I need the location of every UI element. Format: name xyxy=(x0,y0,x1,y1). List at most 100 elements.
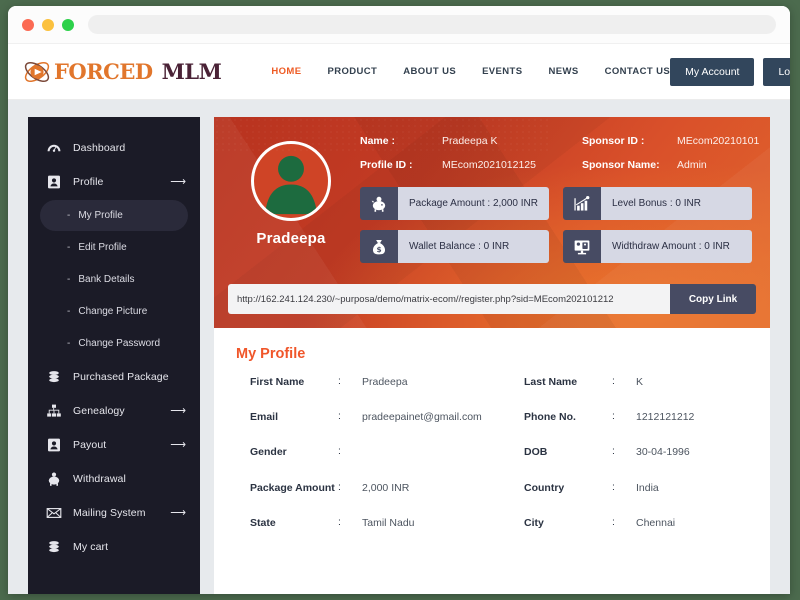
nav-item-home[interactable]: HOME xyxy=(271,66,301,77)
separator: : xyxy=(338,515,341,528)
sidebar-arrow: ⟶ xyxy=(170,438,186,451)
minimize-window-button[interactable] xyxy=(42,18,54,31)
stat-package-amount[interactable]: Package Amount : 2,000 INR xyxy=(360,187,549,220)
sidebar-subitem-edit-profile[interactable]: - Edit Profile xyxy=(40,232,188,263)
sidebar-subitem-label: Bank Details xyxy=(78,274,135,285)
sidebar-item-genealogy[interactable]: Genealogy ⟶ xyxy=(28,394,200,428)
sidebar-item-label: Payout xyxy=(73,439,107,451)
package-amount-label: Package Amount xyxy=(250,481,335,494)
dash-icon: - xyxy=(67,274,71,285)
nav-item-product[interactable]: PRODUCT xyxy=(327,66,377,77)
main-content: Pradeepa Name : Pradeepa K Sponsor ID : … xyxy=(214,117,770,594)
sidebar-item-withdrawal[interactable]: Withdrawal xyxy=(28,462,200,496)
browser-chrome-bar xyxy=(8,6,790,44)
sidebar-item-mailing-system[interactable]: Mailing System ⟶ xyxy=(28,496,200,530)
referral-link-input[interactable] xyxy=(228,284,670,314)
sidebar-item-purchased-package[interactable]: Purchased Package xyxy=(28,360,200,394)
stat-label: Wallet Balance : 0 INR xyxy=(398,230,549,263)
sidebar-arrow: ⟶ xyxy=(170,175,186,188)
id-card-icon xyxy=(45,437,62,454)
my-account-button[interactable]: My Account xyxy=(670,57,755,86)
money-bag-icon: $ xyxy=(360,230,398,263)
detail-row: Email : pradeepainet@gmail.com Phone No.… xyxy=(250,410,748,424)
sidebar-item-label: Mailing System xyxy=(73,507,146,519)
address-bar[interactable] xyxy=(88,15,776,34)
sidebar-item-profile[interactable]: Profile ⟶ xyxy=(28,165,200,199)
country-label: Country xyxy=(524,481,565,494)
sidebar-subitem-change-picture[interactable]: - Change Picture xyxy=(40,296,188,327)
logo-text-secondary: MLM xyxy=(161,59,222,84)
city-value: Chennai xyxy=(636,516,676,529)
sidebar-item-label: Genealogy xyxy=(73,405,125,417)
stat-label: Level Bonus : 0 INR xyxy=(601,187,752,220)
dash-icon: - xyxy=(67,210,71,221)
piggy-bank-icon xyxy=(360,187,398,220)
sidebar-subitem-my-profile[interactable]: - My Profile xyxy=(40,200,188,231)
detail-row: Gender : DOB : 30-04-1996 xyxy=(250,445,748,459)
sidebar: Dashboard Profile ⟶ - My Profile - Edit … xyxy=(28,117,200,594)
sidebar-item-label: Purchased Package xyxy=(73,371,169,383)
sponsor-id-value: MEcom20210101 xyxy=(677,135,760,147)
profile-id-value: MEcom2021012125 xyxy=(442,159,536,171)
logout-button[interactable]: Logout xyxy=(763,57,790,86)
profile-id-label: Profile ID : xyxy=(360,159,413,171)
monitor-icon xyxy=(563,230,601,263)
sidebar-subitem-change-password[interactable]: - Change Password xyxy=(40,328,188,359)
separator: : xyxy=(338,375,341,387)
package-amount-value: 2,000 INR xyxy=(362,481,410,494)
sidebar-item-label: My cart xyxy=(73,541,109,553)
avatar[interactable] xyxy=(251,141,331,221)
svg-text:$: $ xyxy=(376,244,381,253)
stat-level-bonus[interactable]: Level Bonus : 0 INR xyxy=(563,187,752,220)
detail-row: Package Amount : 2,000 INR Country : Ind… xyxy=(250,481,748,495)
avatar-name: Pradeepa xyxy=(256,230,326,247)
speedometer-icon xyxy=(45,140,62,157)
stat-cards: Package Amount : 2,000 INR Level Bonus:… xyxy=(354,187,756,263)
sidebar-item-payout[interactable]: Payout ⟶ xyxy=(28,428,200,462)
nav-item-events[interactable]: EVENTS xyxy=(482,66,522,77)
separator: : xyxy=(612,375,615,387)
sidebar-subitem-bank-details[interactable]: - Bank Details xyxy=(40,264,188,295)
bar-chart-icon xyxy=(563,187,601,220)
close-window-button[interactable] xyxy=(22,18,34,31)
window-controls xyxy=(22,18,74,31)
stat-label: Widthdraw Amount : 0 INR xyxy=(601,230,752,263)
sidebar-item-dashboard[interactable]: Dashboard xyxy=(28,131,200,165)
maximize-window-button[interactable] xyxy=(62,18,74,31)
first-name-value: Pradeepa xyxy=(362,376,408,388)
copy-link-button[interactable]: Copy Link xyxy=(670,284,756,314)
nav-item-news[interactable]: NEWS xyxy=(548,66,578,77)
last-name-value: K xyxy=(636,376,644,388)
site-logo[interactable]: FORCED MLM xyxy=(22,57,222,87)
envelope-icon xyxy=(45,505,62,522)
email-value: pradeepainet@gmail.com xyxy=(362,411,482,424)
stat-withdraw-amount[interactable]: Widthdraw Amount : 0 INR xyxy=(563,230,752,263)
phone-label: Phone No. xyxy=(524,411,576,424)
dash-icon: - xyxy=(67,242,71,253)
dob-value: 30-04-1996 xyxy=(636,446,690,459)
dob-label: DOB xyxy=(524,446,548,459)
dash-icon: - xyxy=(67,306,71,317)
state-value: Tamil Nadu xyxy=(362,516,415,529)
sidebar-subitem-label: My Profile xyxy=(78,210,123,221)
stat-wallet-balance[interactable]: $ Wallet Balance : 0 INR xyxy=(360,230,549,263)
logo-text-primary: FORCED xyxy=(54,59,153,84)
sidebar-arrow: ⟶ xyxy=(170,506,186,519)
nav-item-contact-us[interactable]: CONTACT US xyxy=(605,66,671,77)
country-value: India xyxy=(636,481,659,494)
separator: : xyxy=(612,515,615,528)
nav-item-about-us[interactable]: ABOUT US xyxy=(403,66,456,77)
profile-details-section: My Profile First Name : Pradeepa Last Na… xyxy=(214,328,770,530)
sidebar-arrow: ⟶ xyxy=(170,404,186,417)
browser-window: FORCED MLM HOME PRODUCT ABOUT US EVENTS … xyxy=(8,6,790,594)
sidebar-item-label: Withdrawal xyxy=(73,473,126,485)
phone-value: 1212121212 xyxy=(636,411,695,424)
name-label: Name : xyxy=(360,135,396,147)
separator: : xyxy=(338,410,341,423)
sidebar-item-my-cart[interactable]: My cart xyxy=(28,530,200,564)
state-label: State xyxy=(250,516,276,529)
separator: : xyxy=(612,445,615,458)
separator: : xyxy=(612,480,615,493)
header-actions: My Account Logout xyxy=(670,57,790,86)
hero-info-grid: Name : Pradeepa K Sponsor ID : MEcom2021… xyxy=(354,135,760,171)
